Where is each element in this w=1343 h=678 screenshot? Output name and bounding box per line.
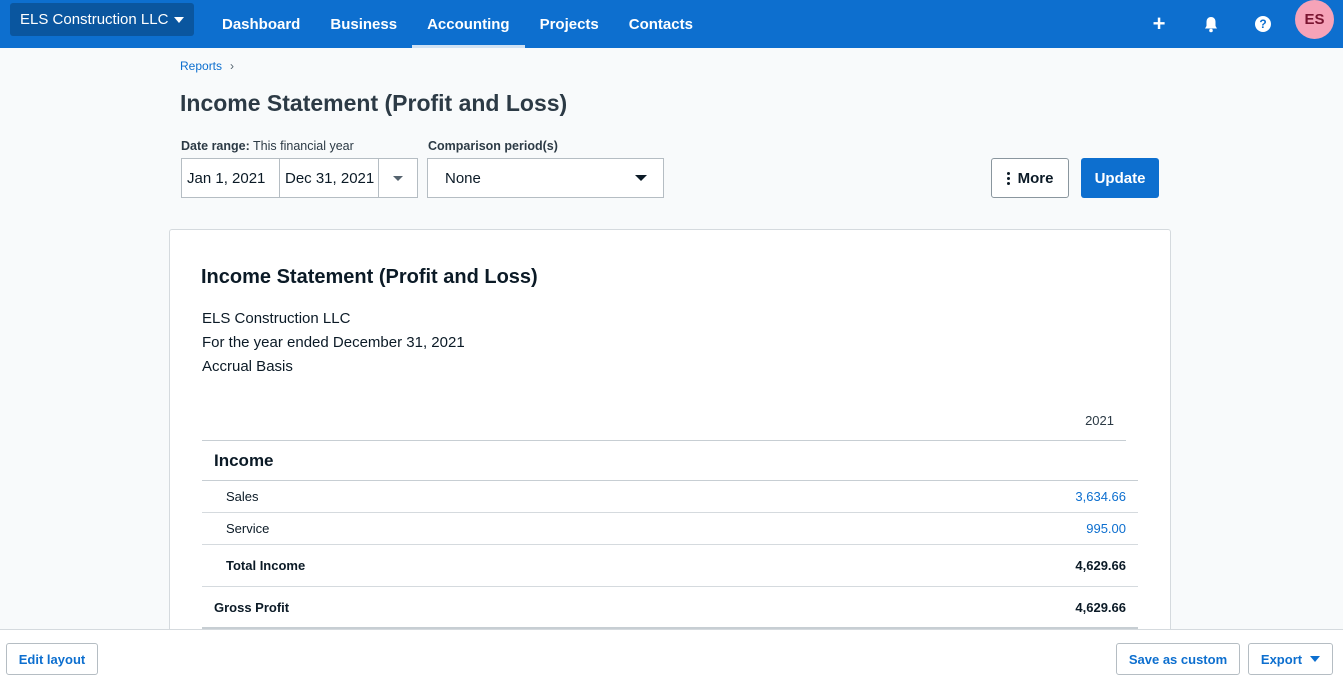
total-income-value: 4,629.66 bbox=[1075, 558, 1126, 573]
org-name: ELS Construction LLC bbox=[20, 11, 169, 28]
breadcrumb: Reports › bbox=[180, 59, 234, 73]
report-basis: Accrual Basis bbox=[202, 358, 293, 375]
save-as-custom-button[interactable]: Save as custom bbox=[1116, 643, 1240, 675]
export-label: Export bbox=[1260, 651, 1303, 667]
section-income-label: Income bbox=[214, 450, 274, 470]
date-range-value: This financial year bbox=[253, 139, 354, 153]
gross-profit-label: Gross Profit bbox=[214, 599, 290, 615]
org-switcher[interactable]: ELS Construction LLC bbox=[10, 3, 195, 36]
plus-icon[interactable]: + bbox=[1144, 9, 1174, 39]
date-range-label: Date range: This financial year bbox=[181, 139, 354, 153]
table-row: Service 995.00 bbox=[202, 513, 1138, 545]
kebab-icon bbox=[1006, 171, 1010, 185]
date-range-label-text: Date range: bbox=[181, 139, 250, 153]
comparison-label: Comparison period(s) bbox=[428, 139, 558, 153]
gross-profit-row: Gross Profit 4,629.66 bbox=[202, 587, 1138, 629]
update-button[interactable]: Update bbox=[1081, 158, 1159, 198]
caret-down-icon bbox=[393, 175, 403, 181]
comparison-label-text: Comparison period(s) bbox=[428, 139, 558, 153]
report-title: Income Statement (Profit and Loss) bbox=[201, 266, 538, 288]
caret-down-icon bbox=[1310, 656, 1321, 662]
row-value-link[interactable]: 995.00 bbox=[1086, 521, 1138, 536]
section-income: Income bbox=[202, 441, 1138, 481]
total-income-row: Total Income 4,629.66 bbox=[202, 545, 1138, 587]
export-button[interactable]: Export bbox=[1248, 643, 1333, 675]
report-company: ELS Construction LLC bbox=[202, 310, 351, 327]
nav-projects[interactable]: Projects bbox=[525, 0, 614, 48]
comparison-value: None bbox=[445, 169, 481, 187]
nav-contacts[interactable]: Contacts bbox=[614, 0, 708, 48]
row-label: Service bbox=[226, 521, 270, 536]
report-period: For the year ended December 31, 2021 bbox=[202, 334, 465, 351]
date-range-dropdown-button[interactable] bbox=[378, 158, 418, 198]
total-income-label: Total Income bbox=[226, 558, 306, 573]
caret-down-icon bbox=[635, 175, 647, 181]
end-date-input[interactable]: Dec 31, 2021 bbox=[279, 158, 379, 198]
more-button[interactable]: More bbox=[991, 158, 1069, 198]
page-title: Income Statement (Profit and Loss) bbox=[180, 90, 568, 116]
footer-bar: Edit layout Save as custom Export bbox=[0, 629, 1343, 678]
nav-accounting[interactable]: Accounting bbox=[412, 0, 525, 48]
report-card: Income Statement (Profit and Loss) ELS C… bbox=[169, 229, 1171, 649]
nav-dashboard[interactable]: Dashboard bbox=[207, 0, 315, 48]
row-label: Sales bbox=[226, 489, 259, 504]
comparison-select[interactable]: None bbox=[427, 158, 664, 198]
start-date-input[interactable]: Jan 1, 2021 bbox=[181, 158, 280, 198]
caret-down-icon bbox=[174, 16, 185, 23]
top-nav: ELS Construction LLC Dashboard Business … bbox=[0, 0, 1343, 48]
main-nav: Dashboard Business Accounting Projects C… bbox=[207, 0, 708, 48]
avatar[interactable]: ES bbox=[1295, 0, 1334, 39]
nav-business[interactable]: Business bbox=[315, 0, 412, 48]
bell-icon[interactable] bbox=[1196, 9, 1226, 39]
row-value-link[interactable]: 3,634.66 bbox=[1075, 489, 1138, 504]
more-label: More bbox=[1017, 169, 1054, 187]
column-header-2021: 2021 bbox=[202, 412, 1126, 441]
gross-profit-value: 4,629.66 bbox=[1075, 599, 1126, 615]
edit-layout-button[interactable]: Edit layout bbox=[6, 643, 98, 675]
help-icon[interactable]: ? bbox=[1248, 9, 1278, 39]
breadcrumb-reports[interactable]: Reports bbox=[180, 59, 222, 73]
table-row: Sales 3,634.66 bbox=[202, 481, 1138, 513]
breadcrumb-separator: › bbox=[230, 59, 235, 73]
